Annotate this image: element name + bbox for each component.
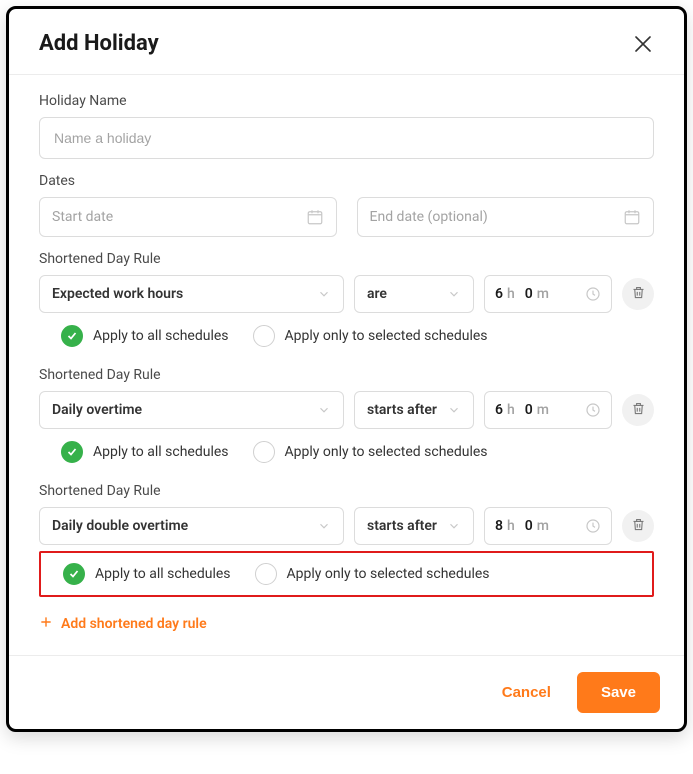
rule-label: Shortened Day Rule	[39, 251, 654, 267]
minutes-value: 0	[525, 286, 533, 302]
chevron-down-icon	[317, 287, 331, 301]
rule-type-value: Expected work hours	[52, 286, 183, 302]
end-date-placeholder: End date (optional)	[370, 209, 488, 225]
clock-icon	[585, 286, 601, 302]
dialog-footer: Cancel Save	[9, 655, 684, 729]
rule-scope-row: Apply to all schedules Apply only to sel…	[39, 429, 654, 469]
rule-scope-row: Apply to all schedules Apply only to sel…	[41, 559, 648, 589]
hours-value: 6	[495, 286, 503, 302]
scope-selected-radio[interactable]: Apply only to selected schedules	[253, 441, 488, 463]
minutes-unit: m	[537, 402, 549, 418]
rule-op-select[interactable]: are	[354, 275, 474, 313]
scope-selected-radio[interactable]: Apply only to selected schedules	[255, 563, 490, 585]
rule-type-select[interactable]: Daily overtime	[39, 391, 344, 429]
chevron-down-icon	[447, 519, 461, 533]
scope-all-radio[interactable]: Apply to all schedules	[63, 563, 231, 585]
end-date-input[interactable]: End date (optional)	[357, 197, 655, 237]
chevron-down-icon	[447, 403, 461, 417]
dialog-title: Add Holiday	[39, 31, 159, 56]
rule-label: Shortened Day Rule	[39, 367, 654, 383]
minutes-unit: m	[537, 286, 549, 302]
rule-type-select[interactable]: Daily double overtime	[39, 507, 344, 545]
rule-op-select[interactable]: starts after	[354, 391, 474, 429]
scope-all-label: Apply to all schedules	[93, 444, 229, 460]
trash-icon	[631, 517, 646, 536]
clock-icon	[585, 402, 601, 418]
trash-icon	[631, 285, 646, 304]
cancel-button[interactable]: Cancel	[490, 674, 563, 711]
add-holiday-dialog: Add Holiday Holiday Name Dates Start dat…	[6, 6, 687, 732]
rule-row: Daily overtime starts after 6 h 0 m	[39, 391, 654, 429]
scope-all-label: Apply to all schedules	[93, 328, 229, 344]
rule-op-value: are	[367, 286, 387, 302]
chevron-down-icon	[317, 403, 331, 417]
hours-unit: h	[507, 402, 515, 418]
clock-icon	[585, 518, 601, 534]
rule-time-input[interactable]: 6 h 0 m	[484, 391, 612, 429]
rule-type-value: Daily overtime	[52, 402, 142, 418]
holiday-name-label: Holiday Name	[39, 93, 654, 109]
trash-icon	[631, 401, 646, 420]
hours-value: 8	[495, 518, 503, 534]
rule-type-select[interactable]: Expected work hours	[39, 275, 344, 313]
rule-type-value: Daily double overtime	[52, 518, 188, 534]
rule-op-select[interactable]: starts after	[354, 507, 474, 545]
rule-section: Shortened Day Rule Expected work hours a…	[39, 251, 654, 353]
rule-section: Shortened Day Rule Daily double overtime…	[39, 483, 654, 597]
calendar-icon	[623, 208, 641, 226]
dialog-body: Holiday Name Dates Start date End date (…	[9, 75, 684, 655]
rule-row: Expected work hours are 6 h 0 m	[39, 275, 654, 313]
add-rule-link[interactable]: Add shortened day rule	[39, 615, 654, 633]
add-rule-label: Add shortened day rule	[61, 616, 207, 632]
save-button[interactable]: Save	[577, 672, 660, 713]
scope-selected-label: Apply only to selected schedules	[285, 328, 488, 344]
rule-op-value: starts after	[367, 518, 437, 534]
annotation-highlight: Apply to all schedules Apply only to sel…	[39, 551, 654, 597]
scope-all-label: Apply to all schedules	[95, 566, 231, 582]
hours-unit: h	[507, 518, 515, 534]
radio-unchecked-icon	[255, 563, 277, 585]
chevron-down-icon	[317, 519, 331, 533]
delete-rule-button[interactable]	[622, 278, 654, 310]
delete-rule-button[interactable]	[622, 510, 654, 542]
scope-all-radio[interactable]: Apply to all schedules	[61, 325, 229, 347]
minutes-value: 0	[525, 402, 533, 418]
radio-checked-icon	[61, 441, 83, 463]
hours-unit: h	[507, 286, 515, 302]
radio-unchecked-icon	[253, 441, 275, 463]
holiday-name-input[interactable]	[39, 117, 654, 159]
rule-label: Shortened Day Rule	[39, 483, 654, 499]
scope-all-radio[interactable]: Apply to all schedules	[61, 441, 229, 463]
radio-unchecked-icon	[253, 325, 275, 347]
minutes-unit: m	[537, 518, 549, 534]
start-date-input[interactable]: Start date	[39, 197, 337, 237]
calendar-icon	[306, 208, 324, 226]
delete-rule-button[interactable]	[622, 394, 654, 426]
rule-time-input[interactable]: 8 h 0 m	[484, 507, 612, 545]
start-date-placeholder: Start date	[52, 209, 113, 225]
chevron-down-icon	[447, 287, 461, 301]
rule-scope-row: Apply to all schedules Apply only to sel…	[39, 313, 654, 353]
radio-checked-icon	[63, 563, 85, 585]
rule-section: Shortened Day Rule Daily overtime starts…	[39, 367, 654, 469]
rule-op-value: starts after	[367, 402, 437, 418]
scope-selected-label: Apply only to selected schedules	[287, 566, 490, 582]
rule-time-input[interactable]: 6 h 0 m	[484, 275, 612, 313]
dates-row: Start date End date (optional)	[39, 197, 654, 237]
rule-row: Daily double overtime starts after 8 h 0…	[39, 507, 654, 545]
dates-label: Dates	[39, 173, 654, 189]
hours-value: 6	[495, 402, 503, 418]
dialog-header: Add Holiday	[9, 9, 684, 75]
scope-selected-radio[interactable]: Apply only to selected schedules	[253, 325, 488, 347]
plus-icon	[39, 615, 53, 633]
radio-checked-icon	[61, 325, 83, 347]
minutes-value: 0	[525, 518, 533, 534]
scope-selected-label: Apply only to selected schedules	[285, 444, 488, 460]
close-icon[interactable]	[632, 33, 654, 55]
